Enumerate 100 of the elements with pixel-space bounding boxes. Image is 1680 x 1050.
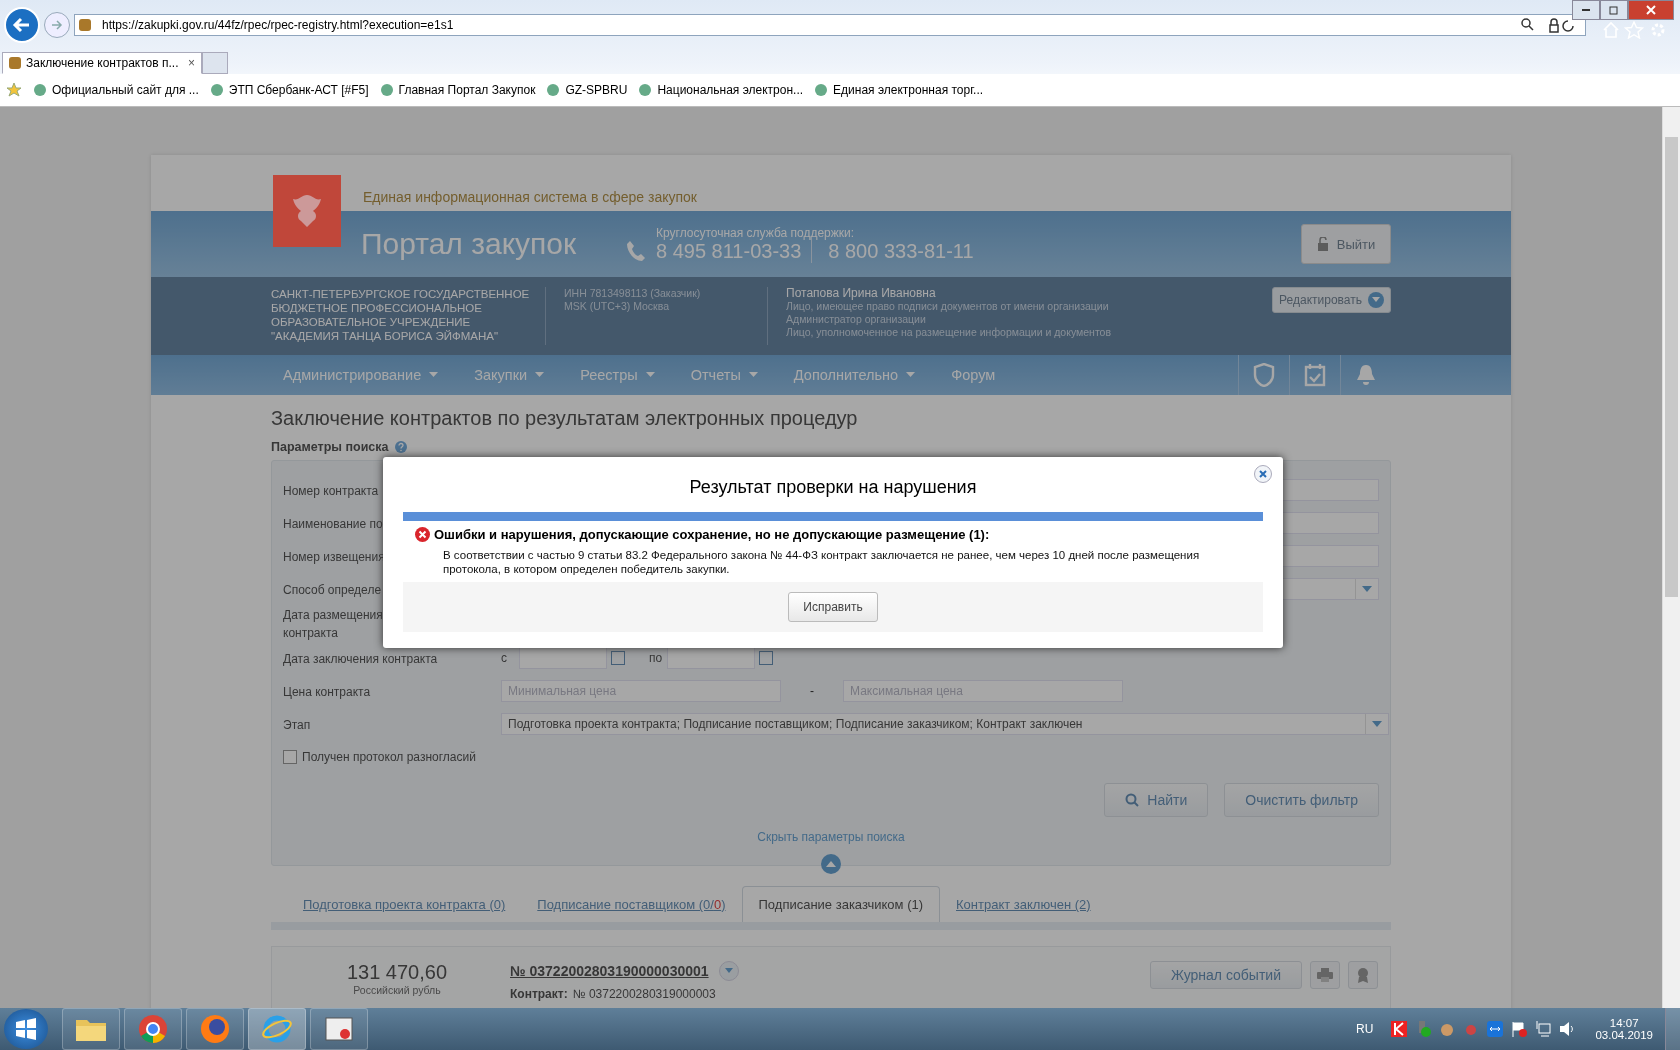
status-tab[interactable]: Подготовка проекта контракта (0)	[287, 887, 522, 922]
favorite-link[interactable]: Национальная электрон...	[639, 83, 804, 97]
caret-icon	[906, 372, 916, 378]
collapse-button[interactable]	[821, 854, 841, 874]
minimize-button[interactable]	[1572, 0, 1600, 20]
caret-icon	[535, 372, 545, 378]
nav-menu-item[interactable]: Администрирование	[283, 367, 439, 383]
phone-number: 8 800 333-81-11	[811, 239, 974, 263]
globe-app-icon[interactable]	[248, 1008, 306, 1050]
error-message: В соответствии с частью 9 статьи 83.2 Федерального закона № 44-ФЗ контракт заключается не ранее, чем через 10 дней после размещения протокола, в котором определен победитель закупки.	[443, 548, 1201, 576]
organization-name: САНКТ-ПЕТЕРБУРГСКОЕ ГОСУДАРСТВЕННОЕ БЮДЖЕТНОЕ ПРОФЕССИОНАЛЬНОЕ ОБРАЗОВАТЕЛЬНОЕ УЧРЕЖДЕНИЕ "АКАДЕМИЯ ТАНЦА БОРИСА ЭЙФМАНА"	[271, 287, 546, 345]
emblem-icon	[79, 19, 91, 31]
search-icon	[1125, 793, 1140, 807]
close-button[interactable]	[1254, 465, 1272, 483]
user-role: Лицо, уполномоченное на размещение информации и документов	[786, 326, 1112, 339]
printer-icon	[1317, 968, 1333, 982]
user-role: Лицо, имеющее право подписи документов от имени организации	[786, 300, 1110, 313]
caret-icon	[748, 372, 758, 378]
calendar-icon[interactable]	[611, 650, 625, 665]
window-app-icon[interactable]	[310, 1008, 368, 1050]
nav-menu-item[interactable]: Отчеты	[690, 367, 758, 383]
error-heading: Ошибки и нарушения, допускающие сохранение, но не допускающие размещение (1):	[434, 527, 990, 542]
status-tab[interactable]: Подписание заказчиком (1)	[741, 886, 940, 922]
dropdown-button[interactable]	[718, 961, 739, 981]
select-field[interactable]: Подготовка проекта контракта; Подписание поставщиком; Подписание заказчиком; Контракт заключен	[501, 712, 1389, 735]
clock-time: 14:07	[1609, 1017, 1639, 1029]
emblem-logo-icon	[273, 175, 341, 247]
date-field[interactable]	[519, 646, 607, 669]
back-button[interactable]	[4, 7, 40, 43]
new-tab-button[interactable]	[202, 52, 228, 74]
field-label: Номер контракта	[283, 483, 379, 498]
network-icon[interactable]	[1535, 1021, 1552, 1037]
seal-button[interactable]	[1348, 961, 1378, 989]
search-params-heading: Параметры поиска	[271, 440, 389, 454]
calendar-icon[interactable]	[759, 650, 773, 665]
timezone-text: MSK (UTC+3) Москва	[564, 300, 670, 313]
nav-menu-item[interactable]: Закупки	[474, 367, 545, 383]
antivirus-tray-icon[interactable]	[1391, 1021, 1408, 1037]
close-button[interactable]	[1628, 0, 1674, 20]
tray-app-icon[interactable]	[1439, 1021, 1456, 1037]
edit-button[interactable]: Редактировать	[1272, 287, 1391, 313]
scrollbar[interactable]	[1662, 107, 1680, 1008]
contract-number-link[interactable]: № 03722002803190000030001	[510, 963, 709, 979]
browser-tab[interactable]: Заключение контрактов п... ×	[2, 52, 202, 74]
url-text: https://zakupki.gov.ru/44fz/rpec/rpec-registry.html?execution=e1s1	[102, 18, 454, 32]
caret-icon	[826, 861, 836, 867]
status-tab[interactable]: Контракт заключен (2)	[940, 887, 1107, 922]
fox-app-icon[interactable]	[186, 1008, 244, 1050]
user-name: Потапова Ирина Ивановна	[786, 287, 937, 300]
hide-params-link[interactable]: Скрыть параметры поиска	[757, 830, 905, 844]
remote-access-icon[interactable]	[1487, 1021, 1504, 1037]
round-app-icon[interactable]	[124, 1008, 182, 1050]
caret-icon	[724, 968, 733, 974]
field-label: Цена контракта	[283, 684, 371, 699]
page-title: Заключение контрактов по результатам электронных процедур	[271, 407, 859, 430]
nav-menu-item[interactable]: Форум	[951, 367, 996, 383]
favorites-star-icon[interactable]	[6, 82, 22, 98]
field-label: Дата заключения контракта	[283, 651, 438, 666]
language-indicator[interactable]: RU	[1356, 1022, 1374, 1036]
favorite-link[interactable]: ЭТП Сбербанк-АСТ [#F5]	[210, 83, 369, 97]
clock-date: 03.04.2019	[1595, 1029, 1653, 1041]
favorite-link[interactable]: Единая электронная торг...	[815, 83, 984, 97]
user-role: Администратор организации	[786, 313, 927, 326]
from-label: с	[501, 650, 508, 665]
dialog-title: Результат проверки на нарушения	[688, 476, 978, 499]
fix-button[interactable]: Исправить	[788, 592, 878, 622]
date-field[interactable]	[667, 646, 755, 669]
clear-filter-button[interactable]: Очистить фильтр	[1224, 783, 1379, 817]
caret-icon	[429, 372, 439, 378]
checkbox[interactable]	[283, 749, 297, 764]
nav-menu-item[interactable]: Дополнительно	[793, 367, 916, 383]
phone-icon	[626, 240, 646, 262]
currency-label: Российский рубль	[353, 984, 441, 996]
speaker-icon[interactable]	[1559, 1021, 1576, 1037]
favorite-link[interactable]: GZ-SPBRU	[547, 83, 628, 97]
favorite-link[interactable]: Главная Портал Закупок	[380, 83, 536, 97]
error-icon	[415, 527, 430, 542]
find-button[interactable]: Найти	[1104, 783, 1209, 817]
folder-icon[interactable]	[62, 1008, 120, 1050]
address-bar[interactable]: https://zakupki.gov.ru/44fz/rpec/rpec-registry.html?execution=e1s1	[74, 14, 1586, 36]
minimize-icon	[1582, 9, 1590, 11]
contract-number: № 0372200280319000003	[572, 987, 716, 1001]
close-icon	[1259, 470, 1267, 478]
site-title: Портал закупок	[361, 227, 578, 261]
forward-button[interactable]	[44, 12, 70, 38]
padlock-icon	[1316, 237, 1329, 251]
print-button[interactable]	[1310, 961, 1340, 989]
action-center-flag-icon[interactable]	[1511, 1021, 1528, 1037]
field-label: Дата размещения контракта	[283, 608, 383, 640]
logout-button[interactable]: Выйти	[1301, 224, 1391, 264]
favorite-link[interactable]: Официальный сайт для ...	[34, 83, 199, 97]
status-tab[interactable]: Подписание поставщиком (0/0)	[521, 887, 742, 922]
start-button[interactable]	[4, 1009, 48, 1049]
contract-price: 131 470,60	[346, 961, 448, 984]
site-subtitle: Единая информационная система в сфере закупок	[363, 189, 697, 207]
help-icon[interactable]	[394, 441, 407, 453]
field-label: Этап	[283, 717, 311, 732]
nav-menu-item[interactable]: Реестры	[580, 367, 655, 383]
field-label: Номер извещения	[283, 549, 385, 564]
event-log-button[interactable]: Журнал событий	[1149, 961, 1302, 989]
